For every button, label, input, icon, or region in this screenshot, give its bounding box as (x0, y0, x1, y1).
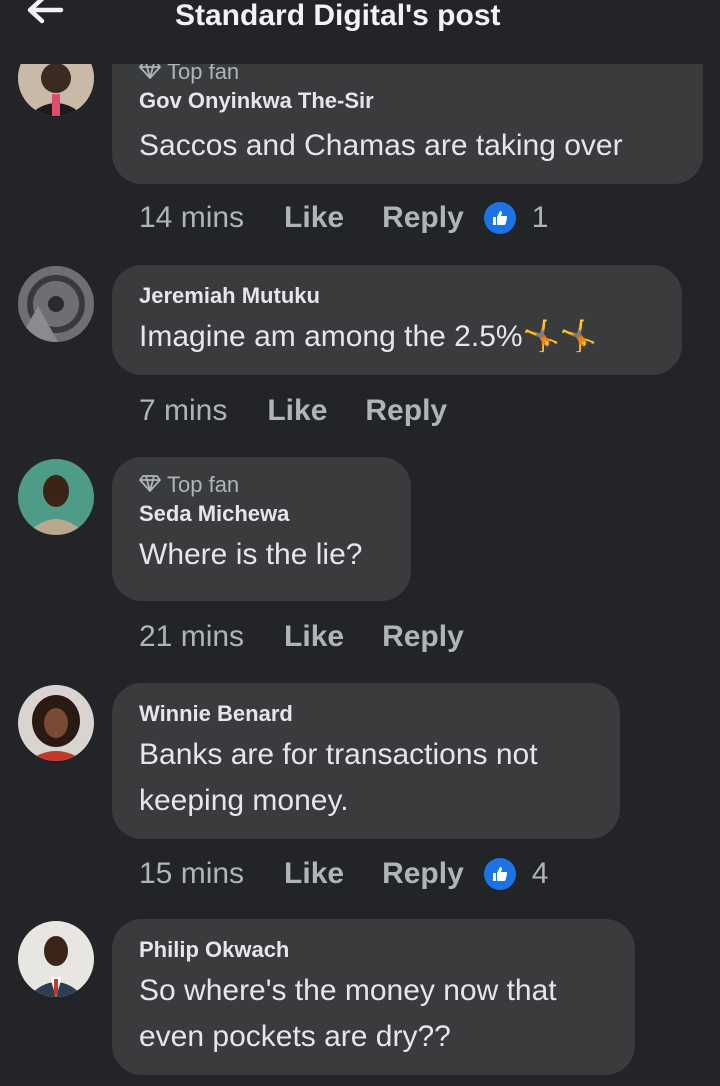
avatar[interactable] (18, 685, 94, 761)
comment-text-line: even pockets are dry?? (139, 1020, 451, 1053)
comment-time[interactable]: 21 mins (139, 620, 244, 654)
comment-time[interactable]: 15 mins (139, 857, 244, 891)
comment-actions: 14 mins Like Reply 1 (139, 198, 548, 238)
back-button[interactable] (20, 0, 70, 32)
comment-text-line: keeping money. (139, 784, 349, 817)
comment-text: Imagine am among the 2.5%🤸🤸 (139, 320, 598, 353)
diamond-icon (139, 471, 161, 499)
comment-text-line: Banks are for transactions not (139, 738, 538, 771)
comment-text: Saccos and Chamas are taking over (139, 129, 623, 162)
thumbs-up-like-icon (483, 858, 516, 890)
avatar[interactable] (18, 266, 94, 342)
comment-time[interactable]: 7 mins (139, 394, 227, 428)
arrow-left-icon (25, 0, 65, 29)
top-bar: Standard Digital's post (0, 0, 720, 64)
comment-bubble: Winnie Benard Banks are for transactions… (112, 683, 620, 839)
page-title: Standard Digital's post (175, 0, 501, 32)
like-button[interactable]: Like (267, 394, 327, 428)
comment-bubble: Top fan Seda Michewa Where is the lie? (112, 457, 411, 601)
avatar[interactable] (18, 459, 94, 535)
comment-time[interactable]: 14 mins (139, 201, 244, 235)
comment-actions: 15 mins Like Reply 4 (139, 854, 548, 894)
comment-author[interactable]: Gov Onyinkwa The-Sir (139, 86, 675, 116)
reaction-count-value: 4 (531, 857, 549, 890)
like-button[interactable]: Like (284, 201, 344, 235)
like-button[interactable]: Like (284, 857, 344, 891)
person-cartwheeling-emoji: 🤸🤸 (522, 320, 598, 353)
comment-text-line: So where's the money now that (139, 974, 557, 1007)
reply-button[interactable]: Reply (382, 620, 464, 654)
reaction-count-value: 1 (531, 201, 549, 234)
comment-actions: 7 mins Like Reply (139, 391, 447, 431)
reaction-count[interactable]: 1 (483, 201, 549, 235)
comment-actions: 21 mins Like Reply (139, 617, 464, 657)
comment-text: Where is the lie? (139, 538, 363, 571)
comment-bubble: Philip Okwach So where's the money now t… (112, 919, 635, 1075)
top-fan-badge: Top fan (139, 471, 383, 499)
reply-button[interactable]: Reply (382, 857, 464, 891)
reaction-count[interactable]: 4 (483, 857, 549, 891)
comment-author[interactable]: Seda Michewa (139, 499, 383, 529)
avatar[interactable] (18, 921, 94, 997)
comment-author[interactable]: Philip Okwach (139, 935, 607, 965)
reply-button[interactable]: Reply (365, 394, 447, 428)
thumbs-up-like-icon (483, 202, 516, 234)
comment-author[interactable]: Winnie Benard (139, 699, 592, 729)
reply-button[interactable]: Reply (382, 201, 464, 235)
like-button[interactable]: Like (284, 620, 344, 654)
comment-bubble: Jeremiah Mutuku Imagine am among the 2.5… (112, 265, 682, 375)
comment-bubble: Top fan Gov Onyinkwa The-Sir Saccos and … (112, 52, 703, 184)
comment-author[interactable]: Jeremiah Mutuku (139, 281, 654, 311)
